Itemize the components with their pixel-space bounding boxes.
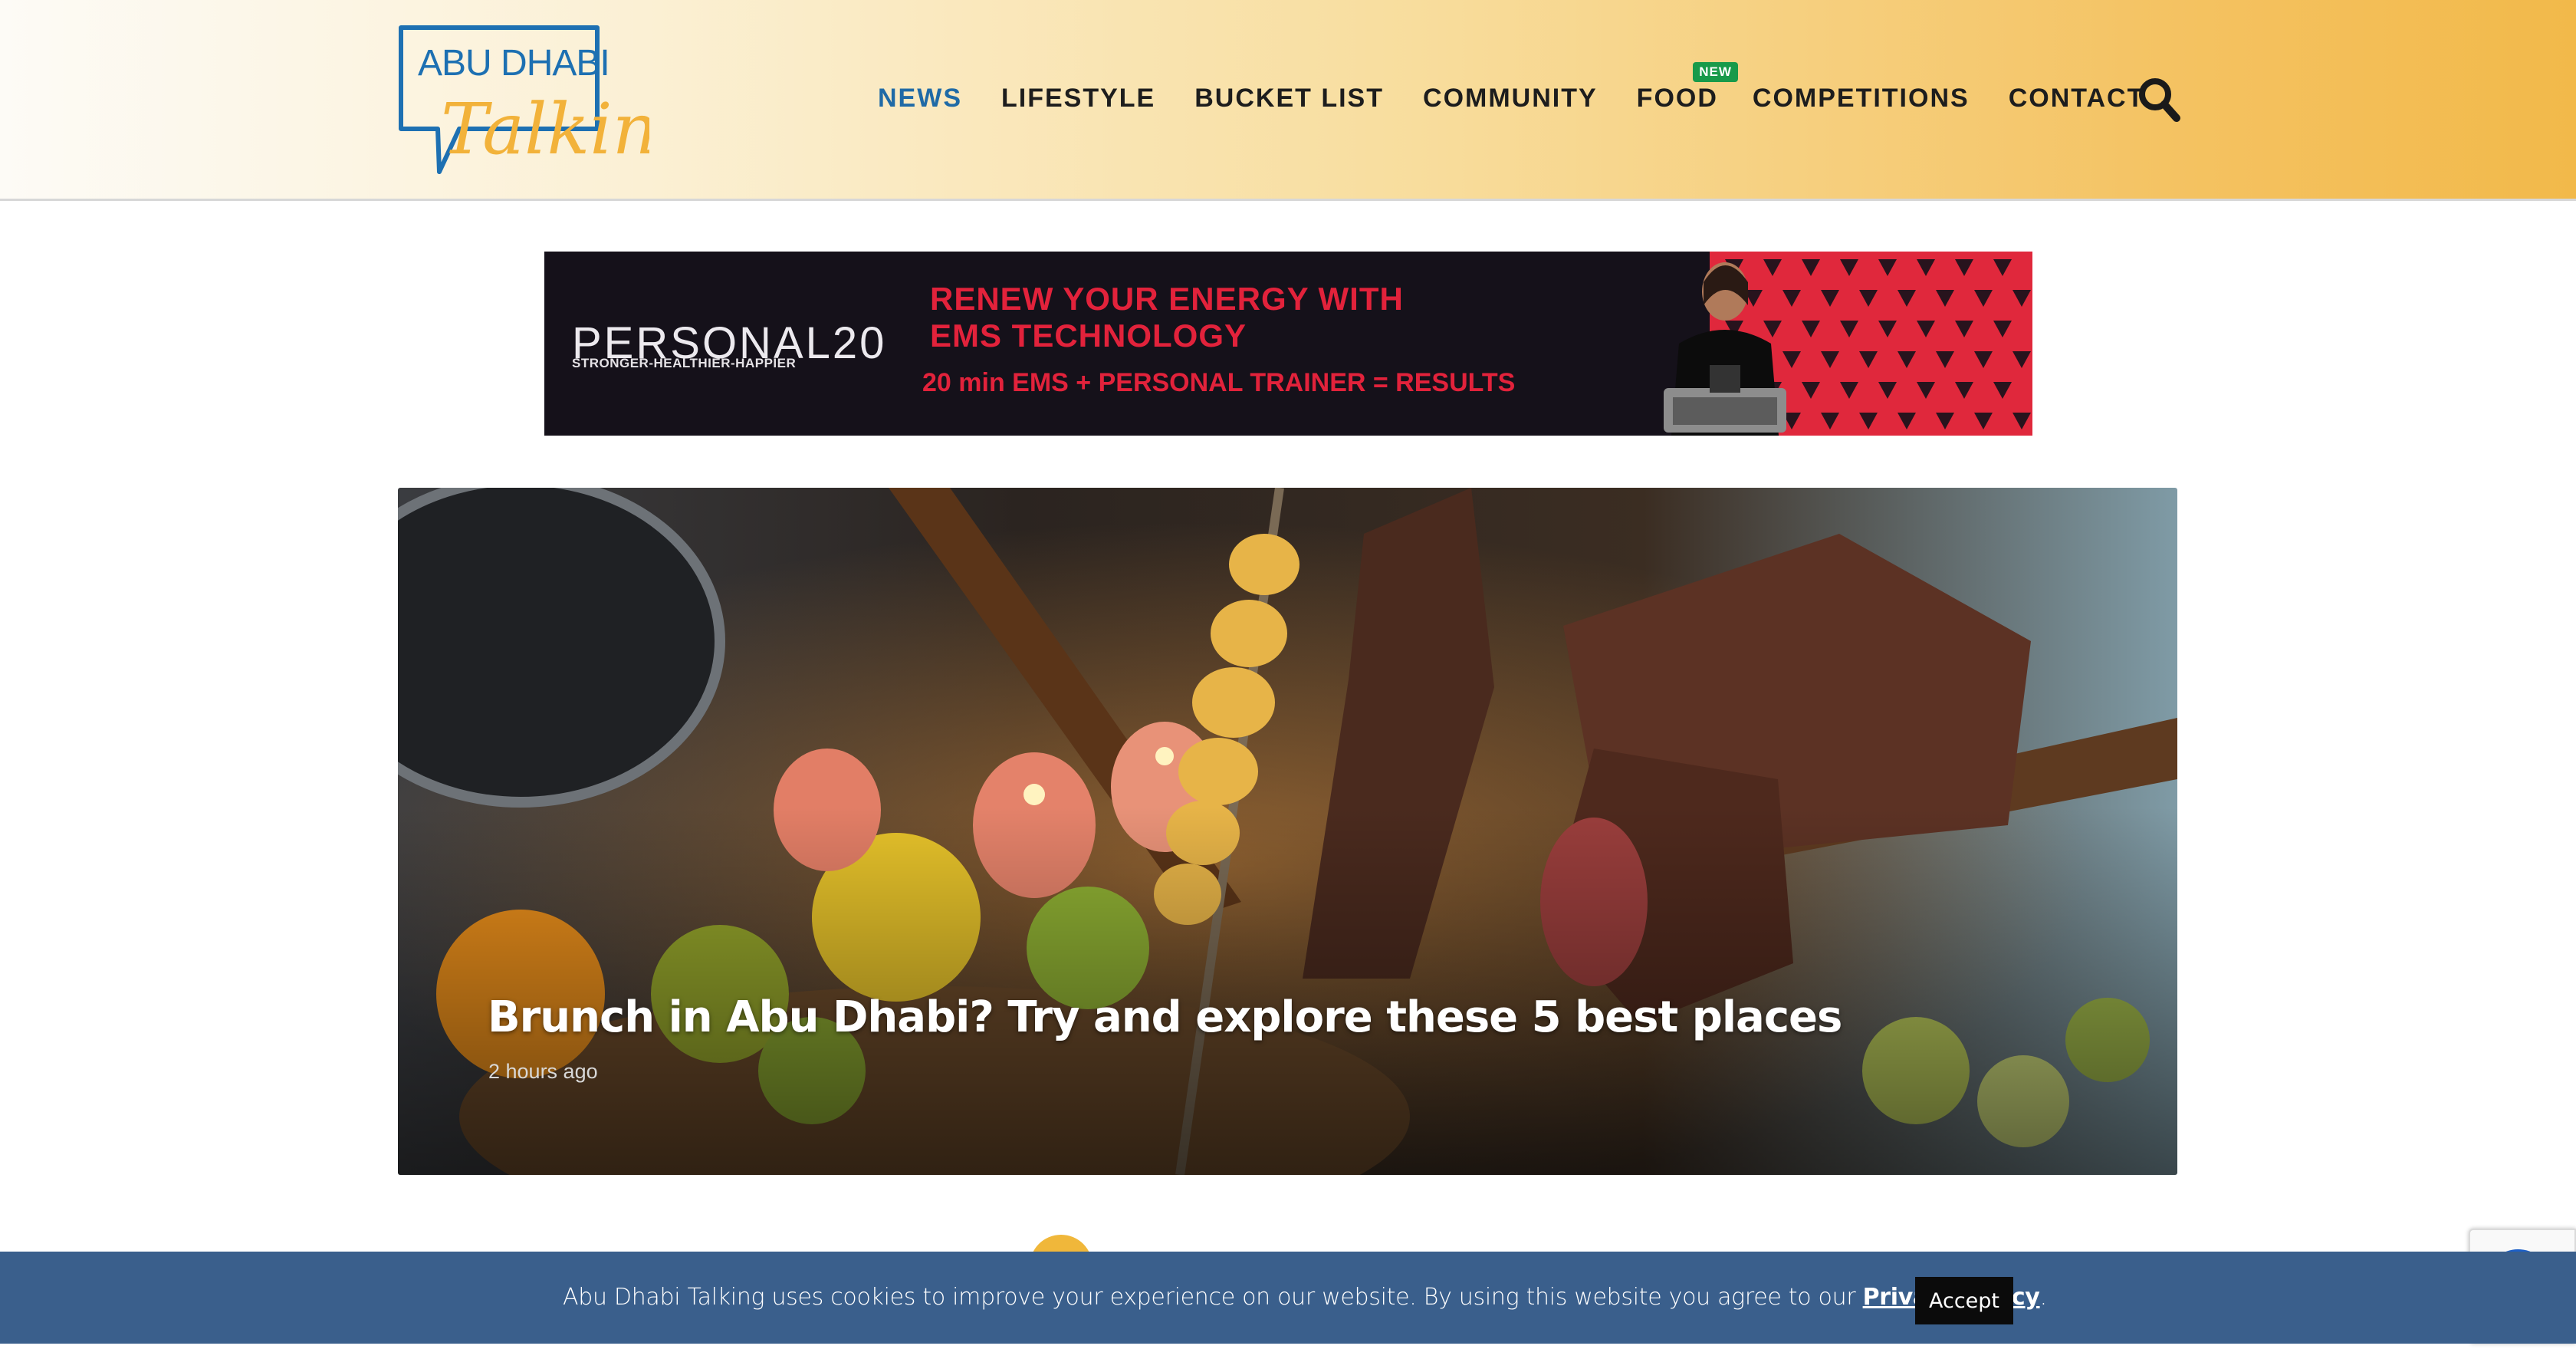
cookie-consent-bar: Abu Dhabi Talking uses cookies to improv… xyxy=(0,1252,2576,1344)
cookie-text: Abu Dhabi Talking uses cookies to improv… xyxy=(563,1284,1863,1311)
nav-item-contact[interactable]: CONTACT xyxy=(2009,84,2145,114)
ad-subline: 20 min EMS + PERSONAL TRAINER = RESULTS xyxy=(922,368,1516,397)
logo-line2: Talking xyxy=(441,88,649,170)
hero-gradient-overlay xyxy=(398,807,2177,1175)
hero-title[interactable]: Brunch in Abu Dhabi? Try and explore the… xyxy=(488,992,1842,1042)
nav-item-competitions[interactable]: COMPETITIONS xyxy=(1753,84,1970,114)
nav-item-food[interactable]: FOOD NEW xyxy=(1636,61,1738,114)
site-header: ABU DHABI Talking NEWS LIFESTYLE BUCKET … xyxy=(0,0,2576,201)
search-icon xyxy=(2139,78,2180,122)
hero-timestamp: 2 hours ago xyxy=(488,1060,598,1083)
accept-cookies-button[interactable]: Accept xyxy=(1915,1277,2013,1324)
ad-tagline: STRONGER-HEALTHIER-HAPPIER xyxy=(572,356,797,370)
cookie-suffix: . xyxy=(2039,1284,2048,1311)
cookie-message: Abu Dhabi Talking uses cookies to improv… xyxy=(563,1284,2047,1311)
logo-line1: ABU DHABI xyxy=(418,43,610,84)
main-nav: NEWS LIFESTYLE BUCKET LIST COMMUNITY FOO… xyxy=(878,61,2183,121)
nav-item-bucket-list[interactable]: BUCKET LIST xyxy=(1194,84,1384,114)
ad-banner[interactable]: PERSONAL20 STRONGER-HEALTHIER-HAPPIER RE… xyxy=(544,252,2032,436)
ad-trainer-image xyxy=(1664,262,1786,436)
nav-item-lifestyle[interactable]: LIFESTYLE xyxy=(1001,84,1155,114)
nav-item-community[interactable]: COMMUNITY xyxy=(1423,84,1598,114)
hero-article-card[interactable]: Brunch in Abu Dhabi? Try and explore the… xyxy=(398,488,2177,1175)
new-badge: NEW xyxy=(1693,61,1738,82)
search-button[interactable] xyxy=(2137,77,2180,123)
nav-item-food-label: FOOD xyxy=(1636,83,1718,113)
site-logo[interactable]: ABU DHABI Talking xyxy=(396,21,703,179)
ad-headline-line1: RENEW YOUR ENERGY WITH xyxy=(930,281,1404,317)
nav-item-news[interactable]: NEWS xyxy=(878,84,962,114)
ad-headline-line2: EMS TECHNOLOGY xyxy=(930,318,1247,354)
